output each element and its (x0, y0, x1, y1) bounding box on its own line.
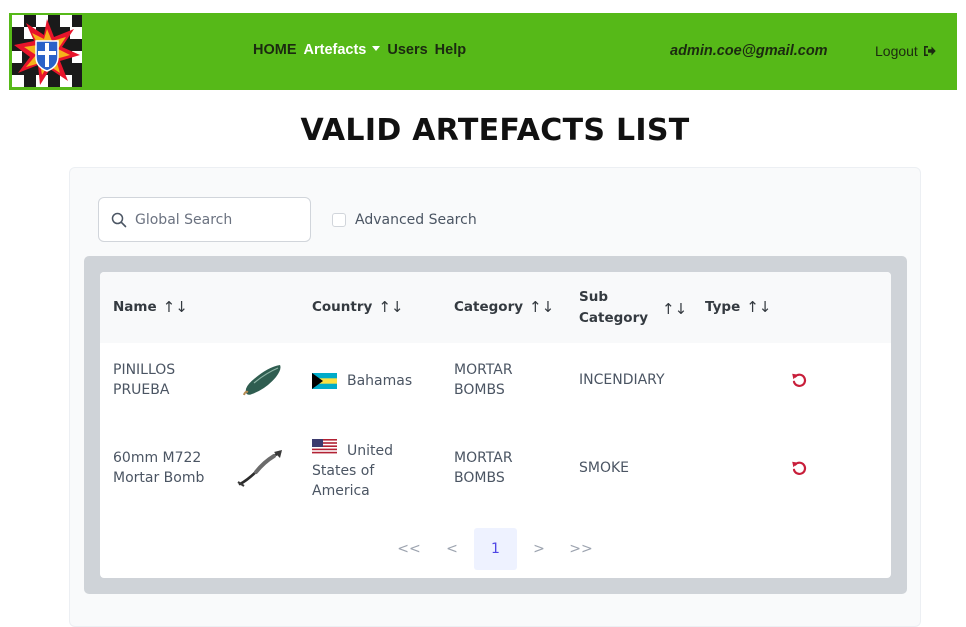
logout-button[interactable]: Logout (875, 43, 936, 59)
main-nav: HOME Artefacts Users Help (253, 42, 473, 58)
artefact-thumbnail-icon (237, 450, 282, 487)
cell-name: 60mm M722 Mortar Bomb (113, 450, 205, 486)
nav-artefacts-dropdown[interactable]: Artefacts (304, 42, 381, 58)
prev-page-button[interactable]: < (441, 528, 463, 570)
page-1-button[interactable]: 1 (474, 528, 517, 570)
nav-help-link[interactable]: Help (435, 42, 466, 58)
last-page-button[interactable]: >> (568, 528, 594, 570)
top-navbar: HOME Artefacts Users Help admin.coe@gmai… (9, 13, 957, 90)
bahamas-flag-icon (312, 373, 337, 389)
search-icon (111, 212, 127, 228)
cell-country: United States of America (312, 439, 422, 501)
global-search-input[interactable] (135, 198, 305, 241)
cell-sub-category: INCENDIARY (579, 372, 665, 388)
cell-category: MORTAR BOMBS (454, 362, 513, 398)
sort-icon: ↑↓ (746, 298, 772, 316)
advanced-search-checkbox[interactable] (332, 213, 346, 227)
usa-flag-icon (312, 439, 337, 455)
column-header-type[interactable]: Type ↑↓ (705, 298, 771, 316)
chevron-down-icon (372, 45, 381, 51)
sort-icon: ↑↓ (378, 298, 404, 316)
cell-category: MORTAR BOMBS (454, 450, 513, 486)
artefact-thumbnail-icon (243, 365, 281, 396)
nav-users-link[interactable]: Users (387, 42, 427, 58)
column-header-sub-category[interactable]: Sub Category ↑↓ (579, 287, 687, 329)
sort-icon: ↑↓ (662, 300, 688, 318)
sign-out-icon (923, 46, 936, 56)
coat-of-arms-logo[interactable] (12, 15, 82, 87)
cell-name: PINILLOS PRUEBA (113, 362, 176, 398)
logout-label: Logout (875, 43, 918, 59)
restore-icon[interactable] (791, 460, 807, 476)
sort-icon: ↑↓ (529, 298, 555, 316)
column-header-category[interactable]: Category ↑↓ (454, 298, 554, 316)
column-header-country[interactable]: Country ↑↓ (312, 298, 403, 316)
column-header-name[interactable]: Name ↑↓ (113, 298, 188, 316)
nav-home-link[interactable]: HOME (253, 42, 297, 58)
first-page-button[interactable]: << (396, 528, 422, 570)
advanced-search-toggle[interactable]: Advanced Search (332, 212, 477, 228)
nav-artefacts-label: Artefacts (303, 42, 367, 58)
next-page-button[interactable]: > (528, 528, 550, 570)
sort-icon: ↑↓ (162, 298, 188, 316)
cell-country: Bahamas (312, 371, 412, 391)
cell-sub-category: SMOKE (579, 460, 630, 476)
global-search-box[interactable] (98, 197, 311, 242)
user-email: admin.coe@gmail.com (670, 43, 828, 59)
advanced-search-label: Advanced Search (355, 212, 477, 228)
page-title: VALID ARTEFACTS LIST (300, 113, 690, 148)
restore-icon[interactable] (791, 372, 807, 388)
